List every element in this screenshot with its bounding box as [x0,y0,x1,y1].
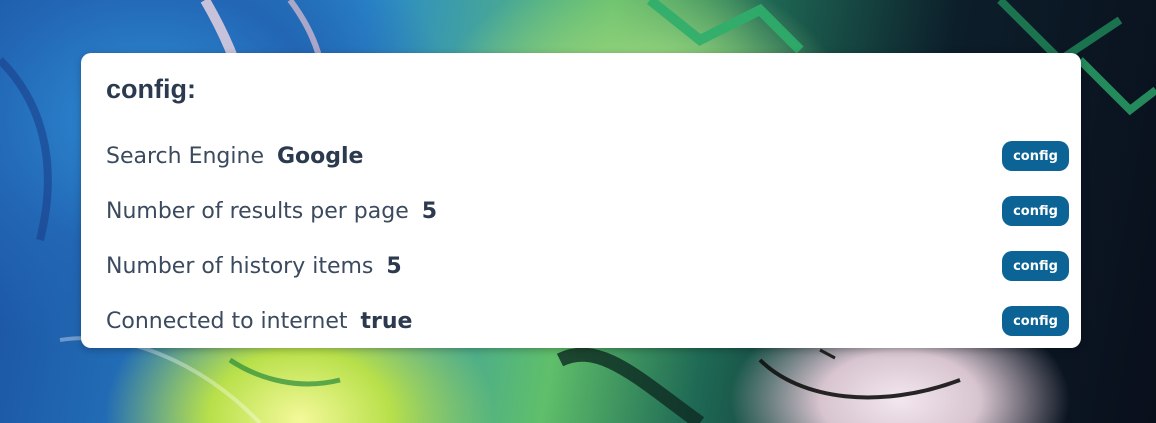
setting-value: 5 [421,198,438,224]
config-row-results-per-page: Number of results per page 5 config [106,194,1069,228]
config-row-connected: Connected to internet true config [106,304,1069,338]
config-button-history-items[interactable]: config [1002,251,1069,281]
config-row-text: Search Engine Google [106,144,363,169]
config-row-text: Number of history items 5 [106,254,402,279]
setting-label: Connected to internet [106,308,348,334]
setting-value: 5 [386,253,402,279]
config-row-text: Connected to internet true [106,309,412,334]
setting-value: true [360,308,413,334]
config-row-history-items: Number of history items 5 config [106,249,1069,283]
panel-title: config: [106,74,196,104]
config-button-search-engine[interactable]: config [1002,141,1069,171]
setting-label: Number of results per page [106,198,409,224]
setting-label: Search Engine [106,143,264,169]
config-panel: config: Search Engine Google config Numb… [81,53,1081,348]
config-button-connected[interactable]: config [1002,306,1069,336]
setting-value: Google [276,143,364,169]
config-row-search-engine: Search Engine Google config [106,139,1069,173]
config-row-text: Number of results per page 5 [106,199,437,224]
setting-label: Number of history items [106,253,374,279]
config-button-results-per-page[interactable]: config [1002,196,1069,226]
